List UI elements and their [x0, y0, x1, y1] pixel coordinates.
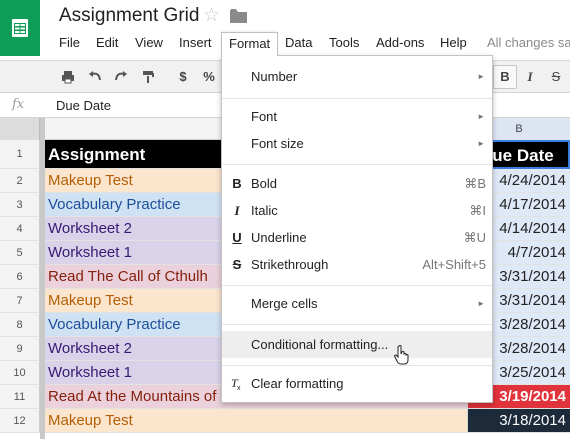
- formula-input[interactable]: Due Date: [56, 98, 111, 113]
- menu-item-underline[interactable]: U Underline ⌘U: [222, 224, 492, 251]
- print-icon[interactable]: [57, 67, 79, 87]
- menu-file[interactable]: File: [52, 32, 87, 56]
- menu-item-strikethrough[interactable]: S Strikethrough Alt+Shift+5: [222, 251, 492, 278]
- strikethrough-icon: S: [232, 257, 242, 272]
- row-number[interactable]: 7: [0, 289, 40, 313]
- menu-item-font-size[interactable]: Font size ►: [222, 130, 492, 157]
- row-number[interactable]: 1: [0, 140, 40, 169]
- percent-format-button[interactable]: %: [198, 67, 220, 87]
- star-icon[interactable]: ☆: [203, 5, 220, 27]
- table-row: 12 Makeup Test 3/18/2014: [0, 409, 570, 433]
- app-header: Assignment Grid ☆ File Edit View Insert …: [0, 0, 570, 56]
- menu-item-label: Italic: [251, 203, 278, 218]
- menu-item-clear-formatting[interactable]: Tx Clear formatting: [222, 370, 492, 397]
- menu-separator: [222, 98, 492, 99]
- paint-format-icon[interactable]: [137, 67, 159, 87]
- menu-item-label: Underline: [251, 230, 307, 245]
- row-number[interactable]: 6: [0, 265, 40, 289]
- menu-help[interactable]: Help: [433, 32, 474, 56]
- menu-separator: [222, 324, 492, 325]
- submenu-arrow-icon: ►: [477, 139, 485, 148]
- clear-formatting-icon: Tx: [230, 370, 244, 399]
- select-all-corner[interactable]: [0, 118, 40, 140]
- redo-icon[interactable]: [110, 67, 132, 87]
- row-number[interactable]: 9: [0, 337, 40, 361]
- menu-shortcut: ⌘B: [464, 176, 486, 191]
- menu-tools[interactable]: Tools: [322, 32, 366, 56]
- due-date-cell[interactable]: 3/18/2014: [468, 409, 570, 433]
- save-status: All changes sa: [487, 35, 570, 50]
- menu-item-label: Conditional formatting...: [251, 337, 389, 352]
- submenu-arrow-icon: ►: [477, 72, 485, 81]
- menu-item-label: Merge cells: [251, 296, 318, 311]
- menu-insert[interactable]: Insert: [172, 32, 219, 56]
- menu-item-merge-cells[interactable]: Merge cells ►: [222, 290, 492, 317]
- format-menu: Number ► Font ► Font size ► B Bold ⌘B I …: [221, 55, 493, 403]
- menu-view[interactable]: View: [128, 32, 170, 56]
- menu-item-font[interactable]: Font ►: [222, 103, 492, 130]
- menu-shortcut: ⌘U: [463, 230, 486, 245]
- row-number[interactable]: 4: [0, 217, 40, 241]
- menu-item-label: Number: [251, 69, 298, 84]
- italic-icon: I: [234, 203, 240, 218]
- bold-icon: B: [232, 176, 242, 191]
- svg-text:x: x: [237, 385, 241, 390]
- assignment-cell[interactable]: Makeup Test: [45, 409, 468, 433]
- menu-item-label: Strikethrough: [251, 257, 329, 272]
- menu-shortcut: Alt+Shift+5: [422, 257, 486, 272]
- menu-separator: [222, 164, 492, 165]
- menu-item-label: Font size: [251, 136, 304, 151]
- menu-item-italic[interactable]: I Italic ⌘I: [222, 197, 492, 224]
- menu-separator: [222, 285, 492, 286]
- menu-item-bold[interactable]: B Bold ⌘B: [222, 170, 492, 197]
- menu-item-label: Clear formatting: [251, 376, 344, 391]
- menu-edit[interactable]: Edit: [89, 32, 125, 56]
- underline-icon: U: [232, 230, 242, 245]
- menu-format[interactable]: Format: [221, 32, 279, 56]
- hand-cursor-icon: [394, 345, 409, 365]
- menu-data[interactable]: Data: [278, 32, 319, 56]
- menu-item-conditional-formatting[interactable]: Conditional formatting...: [222, 331, 492, 358]
- folder-icon[interactable]: [230, 9, 247, 23]
- currency-format-button[interactable]: $: [172, 67, 194, 87]
- menu-item-number[interactable]: Number ►: [222, 63, 492, 90]
- fx-icon: fx: [12, 97, 25, 112]
- italic-button[interactable]: I: [519, 67, 541, 87]
- undo-icon[interactable]: [84, 67, 106, 87]
- row-number[interactable]: 12: [0, 409, 40, 433]
- strikethrough-button[interactable]: S: [545, 67, 567, 87]
- menu-add-ons[interactable]: Add-ons: [369, 32, 431, 56]
- row-number[interactable]: 3: [0, 193, 40, 217]
- bold-button[interactable]: B: [493, 65, 517, 89]
- row-number[interactable]: 11: [0, 385, 40, 409]
- menu-shortcut: ⌘I: [469, 203, 486, 218]
- document-title[interactable]: Assignment Grid: [59, 5, 199, 27]
- row-number[interactable]: 10: [0, 361, 40, 385]
- row-number[interactable]: 8: [0, 313, 40, 337]
- row-number[interactable]: 5: [0, 241, 40, 265]
- menu-bar: File Edit View Insert Format Data Tools …: [0, 32, 570, 56]
- submenu-arrow-icon: ►: [477, 112, 485, 121]
- menu-separator: [222, 365, 492, 366]
- row-number[interactable]: 2: [0, 169, 40, 193]
- menu-item-label: Bold: [251, 176, 278, 191]
- menu-item-label: Font: [251, 109, 278, 124]
- submenu-arrow-icon: ►: [477, 299, 485, 308]
